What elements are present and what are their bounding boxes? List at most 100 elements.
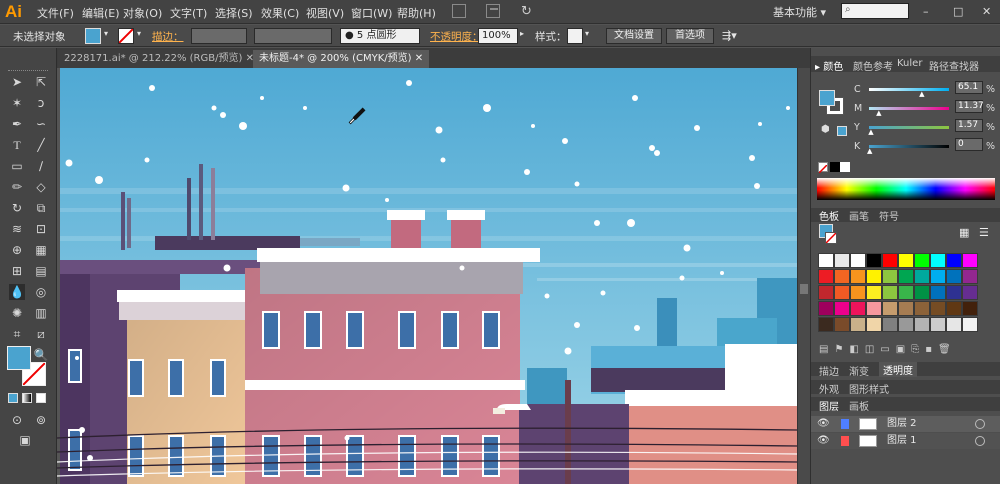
stroke-color-swatch[interactable] [118,28,134,44]
menu-edit[interactable]: 编辑(E) [82,5,120,21]
color-swatch[interactable] [818,253,834,268]
color-swatch[interactable] [962,269,978,284]
black-swatch[interactable] [830,162,840,172]
chevron-down-icon[interactable]: ▾ [585,29,589,38]
slice-tool-icon[interactable]: ⧄ [33,326,49,342]
draw-mode-icon[interactable]: ⊙ [9,412,25,428]
tab-symbols-2[interactable]: 符号 [879,208,899,223]
color-swatch[interactable] [818,285,834,300]
visibility-eye-icon[interactable]: 👁 [817,433,830,449]
symbol-sprayer-tool-icon[interactable]: ✺ [9,305,25,321]
target-icon[interactable] [975,419,985,429]
color-swatch[interactable] [914,301,930,316]
shape-builder-tool-icon[interactable]: ⊕ [9,242,25,258]
tab-color[interactable]: ▸ 颜色 [815,58,843,73]
fill-color-front[interactable] [7,346,31,370]
color-swatch[interactable] [866,301,882,316]
swatch-stroke-indicator[interactable] [825,232,837,244]
eraser-tool-icon[interactable]: ◇ [33,179,49,195]
visibility-eye-icon[interactable]: 👁 [817,416,830,432]
color-swatch[interactable] [866,269,882,284]
workspace-switcher[interactable]: 基本功能 ▾ [773,4,826,20]
close-button[interactable]: ✕ [982,5,991,18]
tab-transparency[interactable]: 透明度 [879,362,917,377]
color-swatch[interactable] [898,269,914,284]
document-setup-button[interactable]: 文档设置 [606,28,662,44]
color-swatch[interactable] [898,253,914,268]
graphic-style-swatch[interactable] [567,28,583,44]
color-swatch[interactable] [930,269,946,284]
magic-wand-tool-icon[interactable]: ✶ [9,95,25,111]
color-swatch[interactable] [962,301,978,316]
color-swatch[interactable] [914,253,930,268]
opacity-field[interactable]: 100% [478,28,518,44]
variable-width-profile[interactable] [254,28,332,44]
cyan-slider[interactable] [869,88,949,91]
color-swatch[interactable] [818,301,834,316]
tab-color-guide[interactable]: 颜色参考 [853,58,893,73]
arrange-icon[interactable]: ⇶▾ [722,29,737,42]
layer-name[interactable]: 图层 2 [887,416,917,432]
blend-tool-icon[interactable]: ◎ [33,284,49,300]
tab-appearance[interactable]: 外观 [819,381,839,396]
type-tool-icon[interactable]: T [9,137,25,153]
layer-row[interactable]: 👁 图层 2 [811,416,1000,432]
color-swatch[interactable] [850,269,866,284]
column-graph-tool-icon[interactable]: ▥ [33,305,49,321]
tab-swatches[interactable]: 色板 [819,208,839,223]
yellow-slider-thumb[interactable]: ▲ [868,128,873,136]
magenta-slider-thumb[interactable]: ▲ [876,109,881,117]
direct-selection-tool-icon[interactable]: ⇱ [33,74,49,90]
curvature-tool-icon[interactable]: ∽ [33,116,49,132]
swatch-footer-icons[interactable]: ▤⚑◧◫▭▣⎘▪🗑 [819,344,957,355]
chevron-down-icon[interactable]: ▾ [137,29,141,38]
line-tool-icon[interactable]: ╱ [33,137,49,153]
color-spectrum[interactable] [817,178,995,200]
gradient-mode-icon[interactable] [22,393,32,403]
chevron-down-icon[interactable]: ▾ [104,29,108,38]
tab-artboards[interactable]: 画板 [849,398,869,413]
color-swatch[interactable] [834,301,850,316]
screen-mode-icon[interactable]: ▣ [17,432,33,448]
lasso-tool-icon[interactable]: ↄ [33,95,49,111]
color-swatch[interactable] [946,301,962,316]
color-swatch[interactable] [882,269,898,284]
color-swatch[interactable] [946,269,962,284]
white-swatch[interactable] [840,162,850,172]
cube-icon[interactable]: ⬢ [821,124,830,135]
zoom-tool-icon[interactable]: 🔍 [33,347,49,363]
color-swatch[interactable] [818,269,834,284]
color-swatch[interactable] [850,285,866,300]
yellow-slider[interactable] [869,126,949,129]
color-swatch[interactable] [882,301,898,316]
menu-window[interactable]: 窗口(W) [351,5,392,21]
black-value[interactable]: 0 [955,138,983,151]
menu-type[interactable]: 文字(T) [170,5,207,21]
layer-row[interactable]: 👁 图层 1 [811,433,1000,449]
maximize-button[interactable]: □ [953,5,963,18]
color-swatch[interactable] [834,317,850,332]
tab-document-1[interactable]: 2228171.ai* @ 212.22% (RGB/预览) ✕ [58,50,260,68]
color-swatch[interactable] [882,317,898,332]
color-swatch[interactable] [930,253,946,268]
color-swatch[interactable] [962,253,978,268]
tab-gradient[interactable]: 渐变 [849,363,869,378]
color-swatch[interactable] [946,253,962,268]
black-slider-thumb[interactable]: ▲ [867,147,872,155]
color-swatch[interactable] [930,301,946,316]
paintbrush-tool-icon[interactable]: ∕ [33,158,49,174]
list-view-icon[interactable]: ☰ [979,226,989,239]
color-swatch[interactable] [834,269,850,284]
black-slider[interactable] [869,145,949,148]
color-swatch[interactable] [914,285,930,300]
pen-tool-icon[interactable]: ✒ [9,116,25,132]
selection-tool-icon[interactable]: ➤ [9,74,25,90]
rotate-tool-icon[interactable]: ↻ [9,200,25,216]
color-swatch[interactable] [946,285,962,300]
arrange-documents-icon[interactable] [486,4,500,18]
color-swatch[interactable] [962,285,978,300]
color-swatch[interactable] [850,301,866,316]
color-mode-icon[interactable] [8,393,18,403]
gradient-tool-icon[interactable]: ▤ [33,263,49,279]
tab-pathfinder[interactable]: 路径查找器 [929,58,979,73]
